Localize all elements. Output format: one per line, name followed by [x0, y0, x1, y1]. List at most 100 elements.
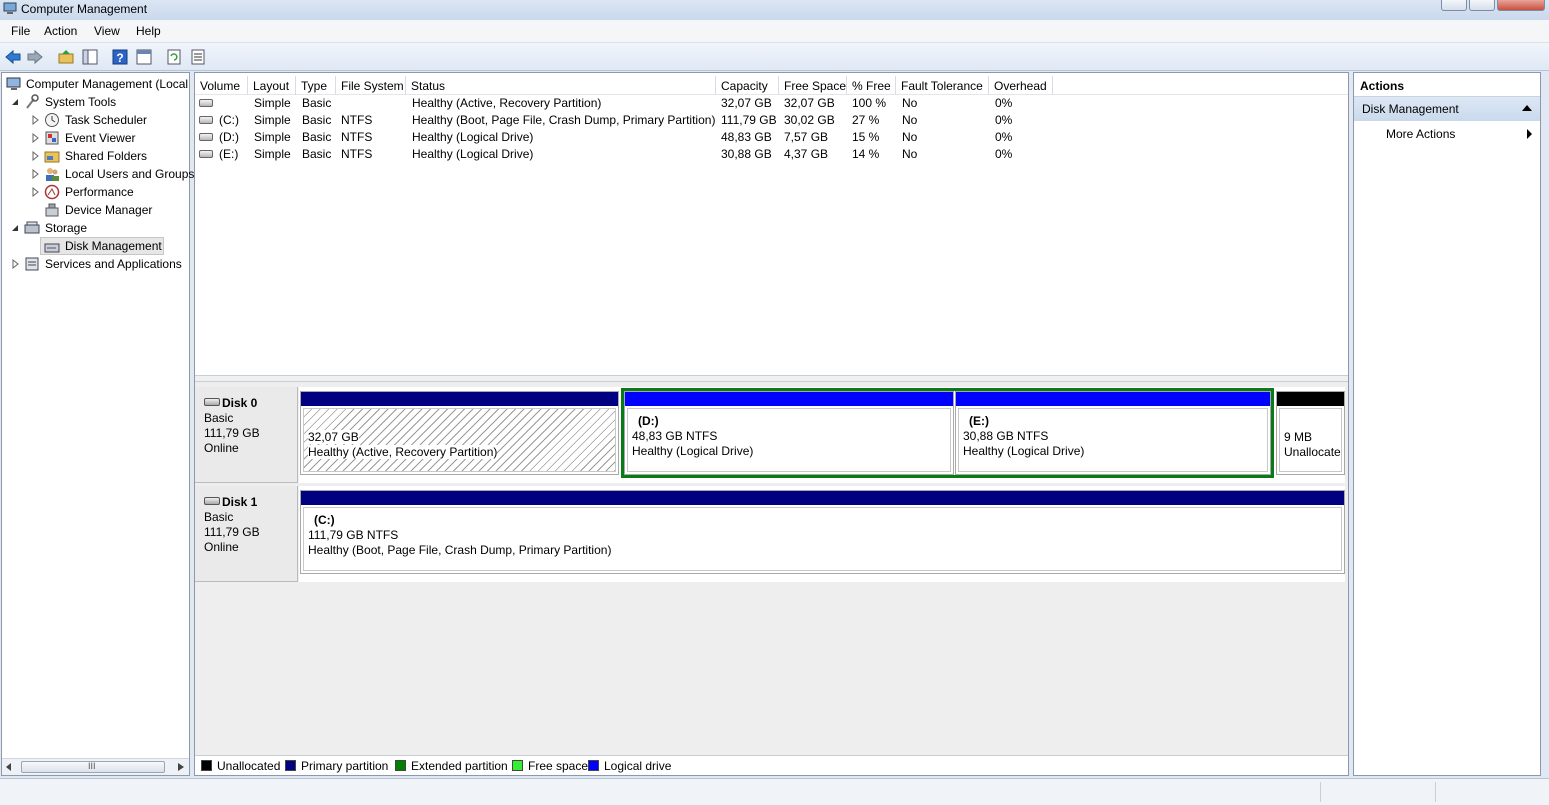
volume-row[interactable]: (E:) Simple Basic NTFS Healthy (Logical …: [195, 146, 1348, 163]
minimize-button[interactable]: [1441, 0, 1467, 11]
column-layout[interactable]: Layout: [248, 76, 296, 95]
menu-bar: File Action View Help: [0, 20, 1549, 43]
event-viewer-icon: [45, 131, 59, 145]
menu-file[interactable]: File: [11, 24, 30, 38]
refresh-icon[interactable]: [165, 48, 183, 66]
more-actions-link[interactable]: More Actions: [1386, 127, 1455, 141]
tree-label: Task Scheduler: [65, 113, 148, 127]
collapsed-arrow-icon[interactable]: [31, 115, 39, 125]
scroll-right-icon[interactable]: [178, 763, 184, 771]
legend-logical: Logical drive: [604, 759, 672, 773]
disk-0-label[interactable]: Disk 0 Basic 111,79 GB Online: [195, 387, 298, 483]
tree-item-performance[interactable]: Performance: [2, 183, 189, 201]
menu-action[interactable]: Action: [44, 24, 77, 38]
legend-swatch-extended: [395, 760, 406, 771]
console-tree[interactable]: Computer Management (Local System Tools …: [1, 72, 194, 776]
collapsed-arrow-icon[interactable]: [31, 169, 39, 179]
partition-e[interactable]: (E:) 30,88 GB NTFS Healthy (Logical Driv…: [955, 391, 1271, 475]
storage-icon: [24, 221, 40, 234]
disk-state: Online: [204, 441, 239, 455]
tree-label: Performance: [65, 185, 134, 199]
tree-label: Computer Management (Local: [26, 77, 189, 91]
column-overhead[interactable]: Overhead: [989, 76, 1053, 95]
title-bar[interactable]: Computer Management: [0, 0, 1549, 20]
collapsed-arrow-icon[interactable]: [31, 133, 39, 143]
expanded-arrow-icon[interactable]: [11, 223, 19, 233]
status-bar: [0, 778, 1549, 805]
tree-item-disk-management[interactable]: Disk Management: [40, 237, 164, 255]
partition-body: 9 MB Unallocate: [1279, 408, 1342, 472]
legend-extended: Extended partition: [411, 759, 508, 773]
disk-1-label[interactable]: Disk 1 Basic 111,79 GB Online: [195, 486, 298, 582]
tree-item-system-tools[interactable]: System Tools: [2, 93, 189, 111]
column-free-space[interactable]: Free Space: [779, 76, 847, 95]
partition-status: Healthy (Logical Drive): [963, 444, 1085, 458]
column-capacity[interactable]: Capacity: [716, 76, 779, 95]
logical-drive-bar: [625, 392, 953, 406]
partition-body: (E:) 30,88 GB NTFS Healthy (Logical Driv…: [958, 408, 1268, 472]
scroll-thumb[interactable]: III: [21, 761, 165, 773]
expanded-arrow-icon[interactable]: [11, 97, 19, 107]
pane-splitter[interactable]: [195, 375, 1348, 382]
volume-row[interactable]: (D:) Simple Basic NTFS Healthy (Logical …: [195, 129, 1348, 146]
menu-view[interactable]: View: [94, 24, 120, 38]
partition-d[interactable]: (D:) 48,83 GB NTFS Healthy (Logical Driv…: [624, 391, 954, 475]
submenu-arrow-icon[interactable]: [1527, 129, 1532, 139]
up-folder-icon[interactable]: [57, 48, 75, 66]
disk-0-partitions: 32,07 GB Healthy (Active, Recovery Parti…: [299, 387, 1345, 483]
tree-item-local-users[interactable]: Local Users and Groups: [2, 165, 194, 183]
partition-recovery[interactable]: 32,07 GB Healthy (Active, Recovery Parti…: [300, 391, 619, 475]
legend-primary: Primary partition: [301, 759, 389, 773]
legend-unallocated: Unallocated: [217, 759, 281, 773]
partition-c[interactable]: (C:) 111,79 GB NTFS Healthy (Boot, Page …: [300, 490, 1345, 574]
disk-type: Basic: [204, 411, 234, 425]
tree-item-shared-folders[interactable]: Shared Folders: [2, 147, 189, 165]
tree-item-event-viewer[interactable]: Event Viewer: [2, 129, 189, 147]
tree-item-task-scheduler[interactable]: Task Scheduler: [2, 111, 189, 129]
column-fault-tolerance[interactable]: Fault Tolerance: [896, 76, 989, 95]
column-file-system[interactable]: File System: [336, 76, 406, 95]
device-manager-icon: [45, 203, 59, 217]
close-button[interactable]: [1497, 0, 1545, 11]
collapsed-arrow-icon[interactable]: [31, 187, 39, 197]
toolbar: ?: [0, 43, 1549, 71]
disk-size: 111,79 GB: [204, 426, 260, 440]
forward-icon[interactable]: [26, 48, 44, 66]
scroll-left-icon[interactable]: [6, 763, 12, 771]
column-type[interactable]: Type: [296, 76, 336, 95]
tree-item-computer-management[interactable]: Computer Management (Local: [2, 75, 189, 93]
partition-status: Healthy (Active, Recovery Partition): [308, 445, 498, 459]
column-volume[interactable]: Volume: [195, 76, 248, 95]
volume-row[interactable]: (C:) Simple Basic NTFS Healthy (Boot, Pa…: [195, 112, 1348, 129]
collapsed-arrow-icon[interactable]: [31, 151, 39, 161]
export-list-icon[interactable]: [189, 48, 207, 66]
show-hide-tree-icon[interactable]: [81, 48, 99, 66]
disk-name: Disk 0: [222, 396, 258, 410]
extended-partition[interactable]: (D:) 48,83 GB NTFS Healthy (Logical Driv…: [621, 388, 1274, 478]
status-divider: [1435, 782, 1436, 802]
collapsed-arrow-icon[interactable]: [11, 259, 19, 269]
tree-item-device-manager[interactable]: Device Manager: [2, 201, 189, 219]
back-icon[interactable]: [4, 48, 22, 66]
tree-label: Event Viewer: [65, 131, 136, 145]
partition-size: 111,79 GB NTFS: [308, 528, 399, 542]
menu-help[interactable]: Help: [136, 24, 161, 38]
column-status[interactable]: Status: [406, 76, 716, 95]
help-icon[interactable]: ?: [111, 48, 129, 66]
actions-section-disk-management[interactable]: Disk Management: [1354, 97, 1540, 121]
horizontal-scrollbar[interactable]: III: [2, 758, 189, 775]
disk-graphical-view: Disk 0 Basic 111,79 GB Online 32,07 GB H…: [195, 382, 1348, 755]
computer-management-icon: [6, 77, 21, 90]
partition-letter: (D:): [638, 414, 659, 428]
properties-icon[interactable]: [135, 48, 153, 66]
collapse-arrow-icon[interactable]: [1522, 105, 1532, 111]
svg-text:?: ?: [116, 51, 123, 65]
maximize-button[interactable]: [1469, 0, 1495, 11]
tree-item-storage[interactable]: Storage: [2, 219, 189, 237]
volume-row[interactable]: Simple Basic Healthy (Active, Recovery P…: [195, 95, 1348, 112]
partition-unallocated[interactable]: 9 MB Unallocate: [1276, 391, 1345, 475]
tree-item-services[interactable]: Services and Applications: [2, 255, 189, 273]
column-percent-free[interactable]: % Free: [847, 76, 896, 95]
partition-status: Healthy (Boot, Page File, Crash Dump, Pr…: [308, 543, 612, 557]
actions-title: Actions: [1354, 73, 1540, 97]
